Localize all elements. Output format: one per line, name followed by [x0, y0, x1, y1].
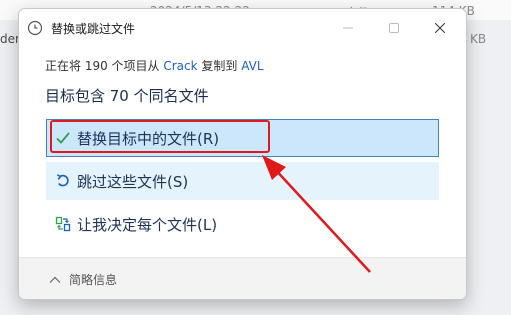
undo-arrow-icon — [56, 174, 69, 187]
conflict-heading: 目标包含 70 个同名文件 — [45, 87, 209, 105]
close-button[interactable] — [417, 12, 463, 44]
decide-each-label: 让我决定每个文件(L) — [77, 215, 218, 234]
skip-files-label: 跳过这些文件(S) — [77, 172, 189, 191]
status-prefix: 正在将 190 个项目从 — [45, 59, 164, 73]
decide-each-option[interactable]: 让我决定每个文件(L) — [46, 205, 439, 243]
maximize-icon — [389, 23, 399, 33]
status-middle: 复制到 — [197, 59, 242, 73]
fewer-details-label: 简略信息 — [69, 273, 118, 287]
source-folder-link[interactable]: Crack — [163, 59, 197, 73]
dialog-footer: 简略信息 — [19, 257, 466, 299]
fewer-details-toggle[interactable]: 简略信息 — [49, 271, 117, 288]
destination-folder-link[interactable]: AVL — [241, 59, 263, 73]
bg-file-size-2: KB — [470, 32, 487, 46]
skip-files-option[interactable]: 跳过这些文件(S) — [46, 162, 439, 200]
compare-icon — [55, 216, 71, 232]
bg-side-text: der — [0, 32, 20, 46]
clock-icon — [27, 20, 43, 36]
minimize-button[interactable] — [325, 12, 371, 44]
minimize-icon — [343, 27, 353, 29]
maximize-button[interactable] — [371, 12, 417, 44]
copy-status: 正在将 190 个项目从 Crack 复制到 AVL — [45, 57, 264, 74]
dialog-title: 替换或跳过文件 — [51, 22, 136, 36]
title-bar: 替换或跳过文件 — [19, 9, 466, 47]
annotation-highlight-box — [50, 120, 270, 153]
replace-or-skip-dialog: 替换或跳过文件 正在将 190 个项目从 Crack 复制到 AVL 目标包含 … — [18, 8, 467, 300]
chevron-up-icon — [49, 276, 61, 283]
close-icon — [435, 23, 445, 33]
